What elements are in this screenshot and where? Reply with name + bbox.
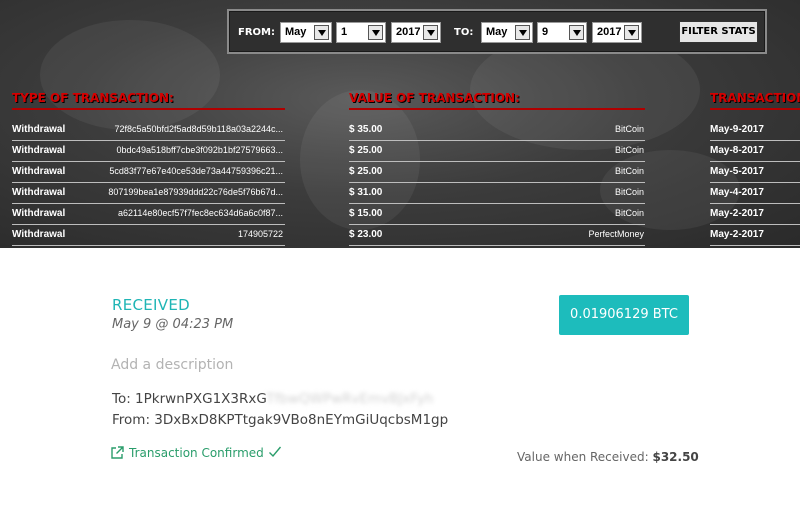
to-day-value: 9 [542, 26, 549, 38]
to-year-value: 2017 [597, 26, 622, 38]
transaction-value: $ 25.00 [349, 166, 383, 177]
from-month-value: May [285, 26, 307, 38]
payment-method: BitCoin [614, 124, 644, 134]
date-filter-bar: FROM: May 1 2017 TO: May 9 2017 FILTER S… [227, 9, 767, 54]
to-address-blurred: TfbwQWPwRvEmvBJxFyh [266, 391, 434, 407]
transaction-value: $ 25.00 [349, 145, 383, 156]
transaction-id: 807199bea1e87939ddd22c76de5f76b67d... [108, 187, 283, 197]
stats-panel: FROM: May 1 2017 TO: May 9 2017 FILTER S… [0, 0, 800, 248]
transaction-type: Withdrawal [12, 124, 66, 135]
transaction-date: May-2-2017 [710, 208, 764, 219]
table-row: May-4-2017 [710, 183, 800, 204]
transaction-datetime: May 9 @ 04:23 PM [112, 317, 234, 332]
table-row: $ 25.00 BitCoin [349, 141, 645, 162]
from-day-select[interactable]: 1 [336, 22, 386, 43]
dropdown-arrow-icon [569, 25, 584, 40]
filter-stats-button[interactable]: FILTER STATS [679, 21, 758, 43]
value-column-header: VALUE OF TRANSACTION: [349, 91, 520, 105]
type-header-underline [12, 108, 285, 110]
transaction-date: May-8-2017 [710, 145, 764, 156]
dropdown-arrow-icon [314, 25, 329, 40]
table-row: May-2-2017 [710, 225, 800, 246]
dropdown-arrow-icon [515, 25, 530, 40]
payment-method: BitCoin [614, 208, 644, 218]
add-description-link[interactable]: Add a description [111, 357, 233, 373]
transaction-type: Withdrawal [12, 166, 66, 177]
transaction-id: 0bdc49a518bff7cbe3f092b1bf27579663... [116, 145, 284, 155]
table-row: Withdrawal 72f8c5a50bfd2f5ad8d59b118a03a2… [12, 120, 285, 141]
transaction-value: $ 31.00 [349, 187, 383, 198]
transaction-date: May-4-2017 [710, 187, 764, 198]
transaction-date: May-2-2017 [710, 229, 764, 240]
value-header-underline [349, 108, 645, 110]
table-row: Withdrawal 5cd83f77e67e40ce53de73a4475939… [12, 162, 285, 183]
payment-method: PerfectMoney [588, 229, 644, 239]
world-map-background [40, 20, 220, 130]
transaction-type: Withdrawal [12, 208, 66, 219]
from-year-value: 2017 [396, 26, 421, 38]
table-row: May-8-2017 [710, 141, 800, 162]
btc-amount-badge: 0.01906129 BTC [559, 295, 689, 335]
from-address: From: 3DxBxD8KPTtgak9VBo8nEYmGiUqcbsM1gp [112, 412, 449, 428]
transaction-date: May-5-2017 [710, 166, 764, 177]
checkmark-icon [268, 445, 282, 462]
table-row: Withdrawal a62114e80ecf57f7fec8ec634d6a6c… [12, 204, 285, 225]
to-address-visible: To: 1PkrwnPXG1X3RxG [112, 391, 267, 407]
transaction-id: 174905722 [237, 229, 283, 239]
table-row: May-5-2017 [710, 162, 800, 183]
transaction-value: $ 35.00 [349, 124, 383, 135]
type-column-header: TYPE OF TRANSACTION: [12, 91, 174, 105]
to-year-select[interactable]: 2017 [592, 22, 642, 43]
from-label: FROM: [238, 27, 275, 38]
payment-method: BitCoin [614, 187, 644, 197]
transaction-value: $ 23.00 [349, 229, 383, 240]
transaction-id: 72f8c5a50bfd2f5ad8d59b118a03a2244c... [114, 124, 284, 134]
to-month-value: May [486, 26, 508, 38]
table-row: Withdrawal 0bdc49a518bff7cbe3f092b1bf2757… [12, 141, 285, 162]
transaction-confirmed-label: Transaction Confirmed [129, 446, 264, 460]
table-row: $ 31.00 BitCoin [349, 183, 645, 204]
to-label: TO: [454, 27, 474, 38]
dropdown-arrow-icon [368, 25, 383, 40]
date-header-underline [710, 108, 800, 110]
transaction-status: RECEIVED [112, 296, 190, 314]
table-row: $ 23.00 PerfectMoney [349, 225, 645, 246]
transaction-date: May-9-2017 [710, 124, 764, 135]
transaction-value: $ 15.00 [349, 208, 383, 219]
date-column-header: TRANSACTION [710, 91, 800, 105]
transaction-type: Withdrawal [12, 187, 66, 198]
transaction-type: Withdrawal [12, 145, 66, 156]
dropdown-arrow-icon [423, 25, 438, 40]
transaction-id: a62114e80ecf57f7fec8ec634d6a6c0f87... [118, 208, 283, 218]
value-when-received-label: Value when Received: [517, 450, 649, 464]
transaction-id: 5cd83f77e67e40ce53de73a44759396c21... [109, 166, 283, 176]
external-link-icon [110, 445, 125, 463]
payment-method: BitCoin [614, 166, 644, 176]
payment-method: BitCoin [614, 145, 644, 155]
value-when-received-amount: $32.50 [652, 450, 699, 464]
to-address: To: 1PkrwnPXG1X3RxGTfbwQWPwRvEmvBJxFyh [112, 391, 433, 407]
transaction-confirmed-link[interactable]: Transaction Confirmed [110, 445, 282, 463]
to-day-select[interactable]: 9 [537, 22, 587, 43]
to-month-select[interactable]: May [481, 22, 533, 43]
table-row: Withdrawal 174905722 [12, 225, 285, 246]
transaction-type: Withdrawal [12, 229, 66, 240]
table-row: May-9-2017 [710, 120, 800, 141]
table-row: $ 25.00 BitCoin [349, 162, 645, 183]
table-row: May-2-2017 [710, 204, 800, 225]
from-day-value: 1 [341, 26, 348, 38]
table-row: $ 15.00 BitCoin [349, 204, 645, 225]
from-year-select[interactable]: 2017 [391, 22, 441, 43]
from-month-select[interactable]: May [280, 22, 332, 43]
table-row: Withdrawal 807199bea1e87939ddd22c76de5f76… [12, 183, 285, 204]
value-when-received: Value when Received: $32.50 [517, 450, 699, 464]
table-row: $ 35.00 BitCoin [349, 120, 645, 141]
dropdown-arrow-icon [624, 25, 639, 40]
